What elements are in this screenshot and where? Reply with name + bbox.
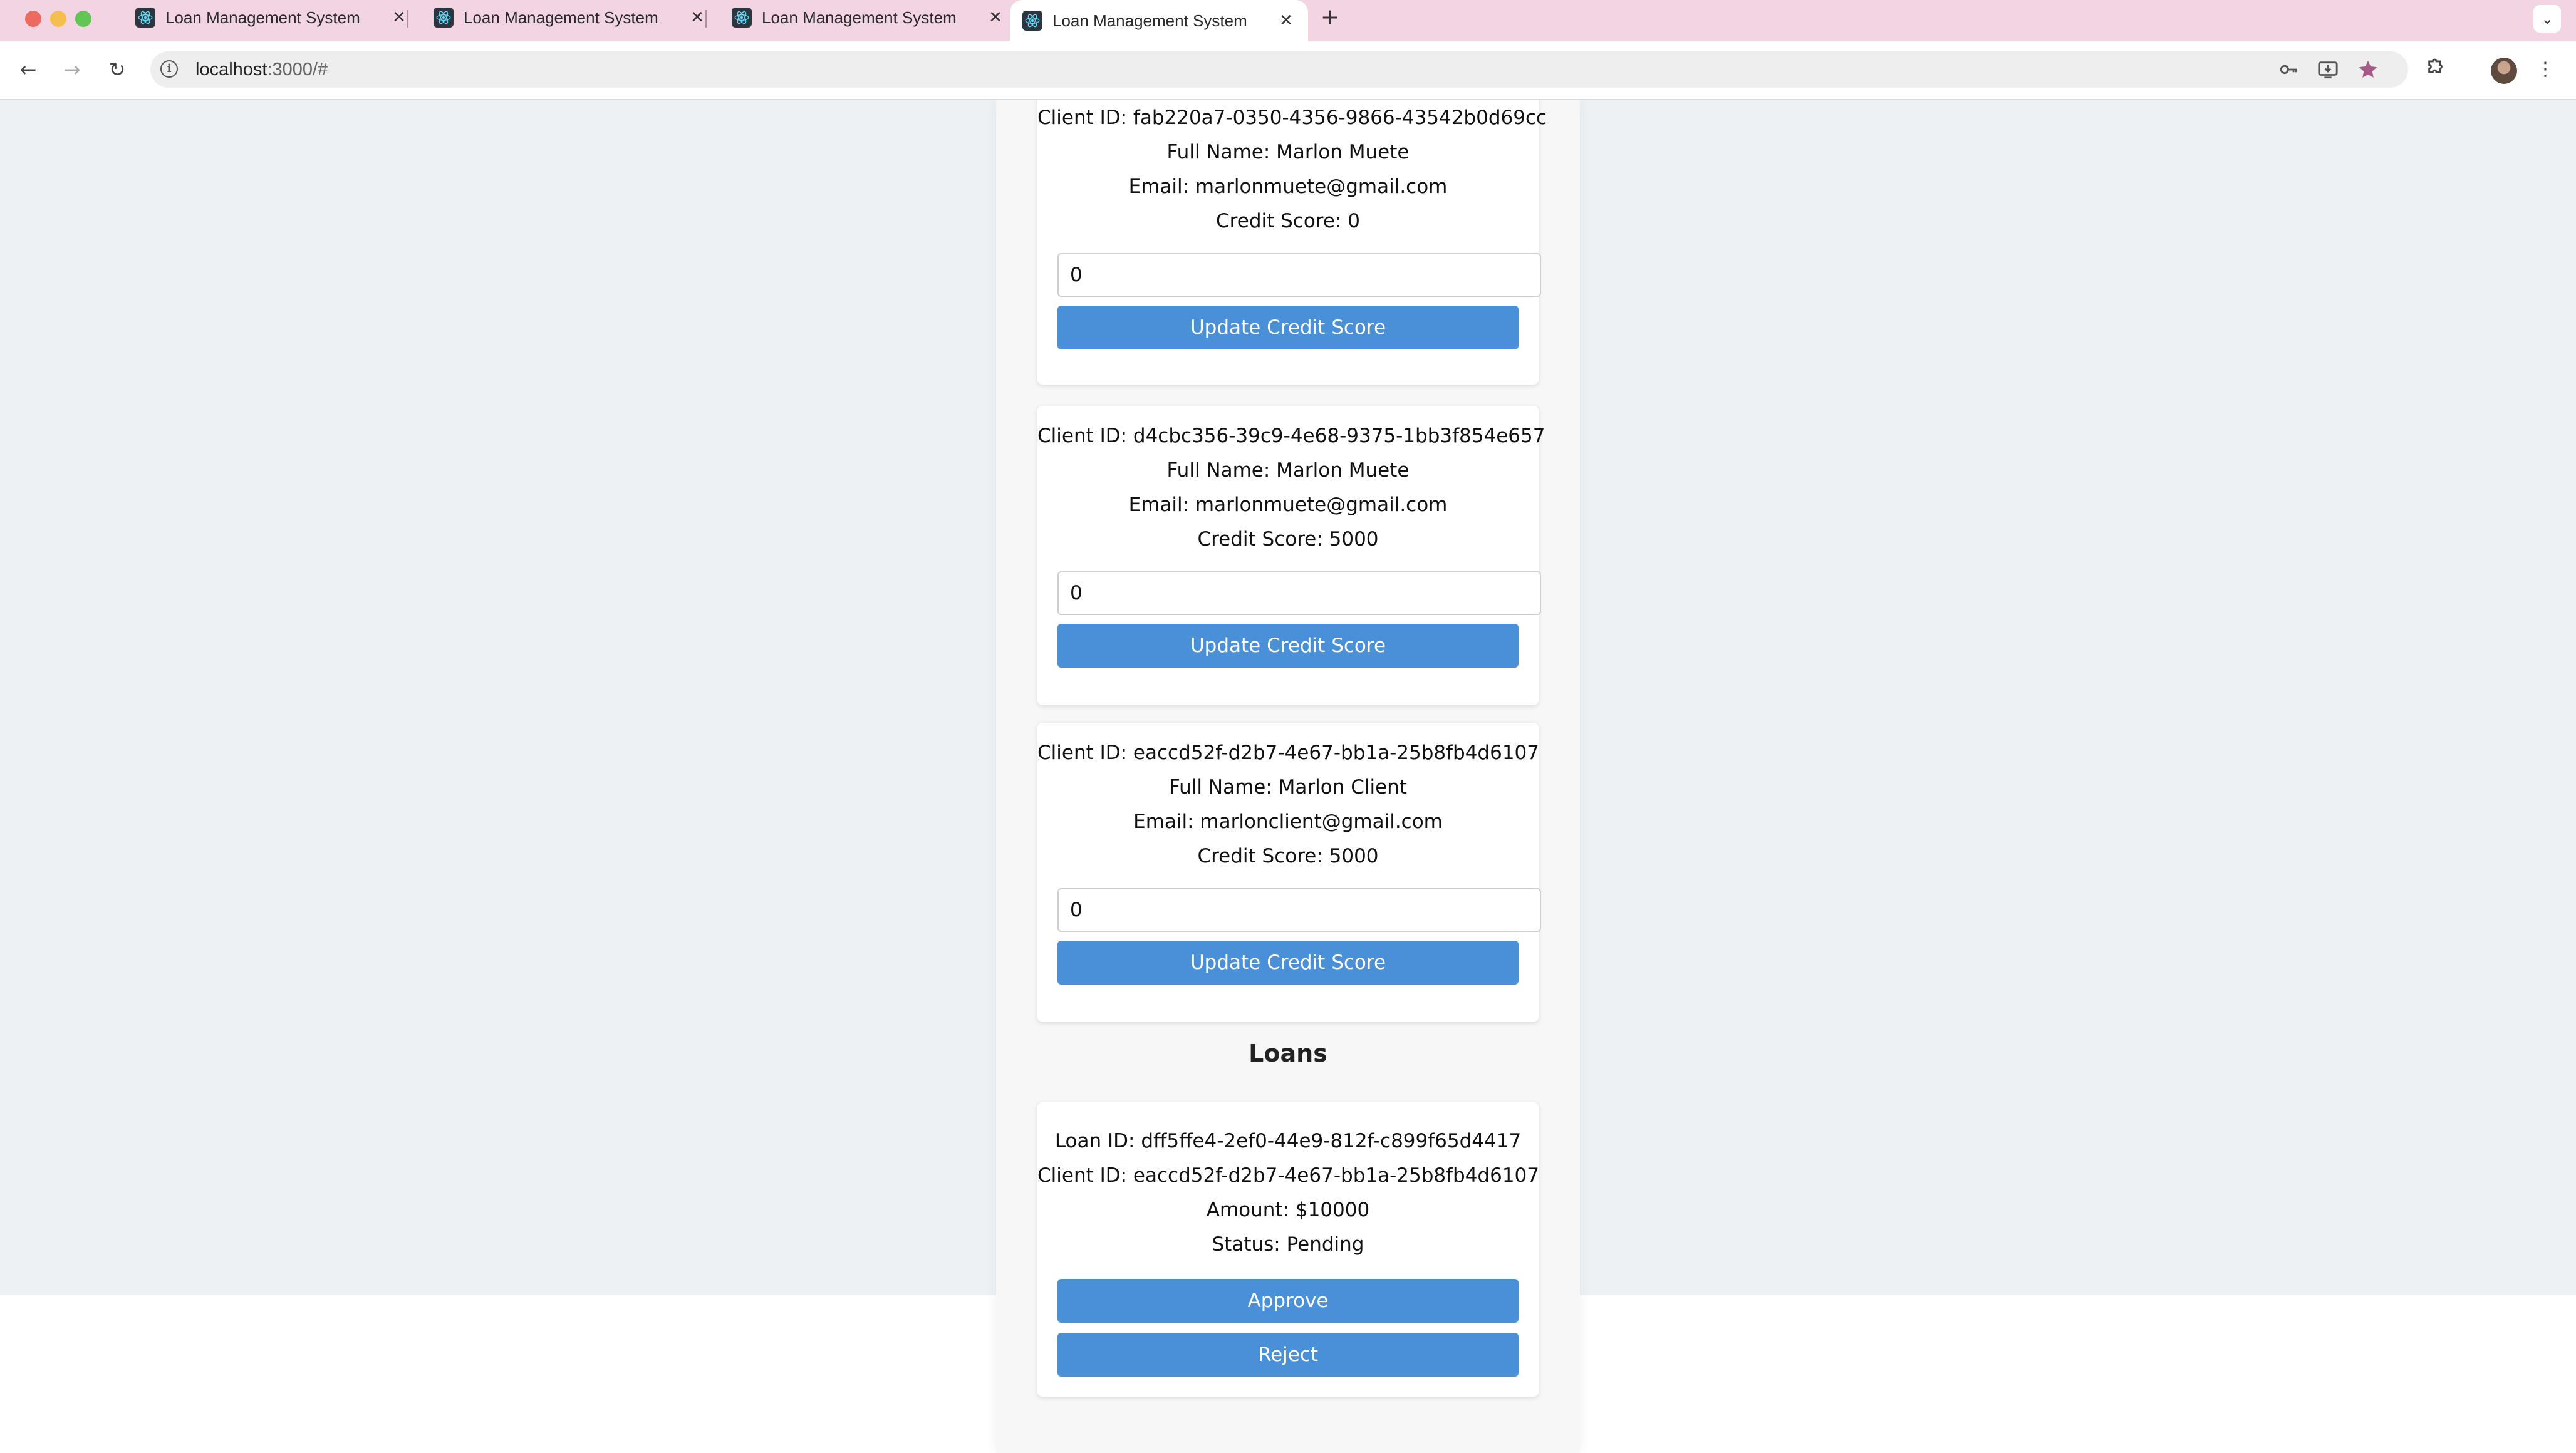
client-full-name: Full Name: Marlon Muete <box>1166 459 1410 482</box>
bookmark-star-icon[interactable] <box>2357 59 2379 81</box>
tab-separator <box>705 10 707 28</box>
browser-tab-2[interactable]: Loan Management System ✕ <box>421 0 719 35</box>
tab-separator <box>407 10 408 28</box>
page-viewport: Client ID: fab220a7-0350-4356-9866-43542… <box>0 100 2576 1453</box>
credit-score-input[interactable]: 0 <box>1057 571 1541 615</box>
client-full-name: Full Name: Marlon Client <box>1169 776 1407 799</box>
browser-toolbar: ← → ↻ i localhost:3000/# ⋮ <box>0 41 2576 100</box>
tab-strip: Loan Management System ✕ Loan Management… <box>0 0 2576 41</box>
tab-close-icon[interactable]: ✕ <box>688 8 707 27</box>
browser-tab-3[interactable]: Loan Management System ✕ <box>719 0 1017 35</box>
credit-score-input[interactable]: 0 <box>1057 253 1541 297</box>
tab-title: Loan Management System <box>1052 11 1247 30</box>
url-path: :3000/# <box>267 59 328 80</box>
url-host: localhost <box>195 59 267 80</box>
tab-title: Loan Management System <box>762 8 957 27</box>
client-id: Client ID: d4cbc356-39c9-4e68-9375-1bb3f… <box>1037 425 1545 447</box>
react-icon <box>732 8 752 28</box>
loan-client-id: Client ID: eaccd52f-d2b7-4e67-bb1a-25b8f… <box>1037 1164 1540 1187</box>
client-email: Email: marlonmuete@gmail.com <box>1128 494 1448 516</box>
client-credit-score: Credit Score: 5000 <box>1197 528 1379 551</box>
loan-card: Loan ID: dff5ffe4-2ef0-44e9-812f-c899f65… <box>1037 1102 1539 1397</box>
update-credit-score-button[interactable]: Update Credit Score <box>1057 941 1519 985</box>
extensions-puzzle-icon[interactable] <box>2422 55 2451 84</box>
tab-search-chevron-icon[interactable]: ⌄ <box>2533 5 2561 33</box>
react-icon <box>1022 11 1042 31</box>
install-app-icon[interactable] <box>2317 59 2339 81</box>
forward-arrow-icon[interactable]: → <box>56 54 88 85</box>
client-email: Email: marlonclient@gmail.com <box>1133 810 1443 833</box>
react-icon <box>135 8 155 28</box>
browser-tab-1[interactable]: Loan Management System ✕ <box>123 0 421 35</box>
profile-avatar[interactable] <box>2491 58 2517 84</box>
client-full-name: Full Name: Marlon Muete <box>1166 141 1410 163</box>
client-card: Client ID: eaccd52f-d2b7-4e67-bb1a-25b8f… <box>1037 723 1541 1022</box>
tab-title: Loan Management System <box>165 8 360 27</box>
client-id: Client ID: fab220a7-0350-4356-9866-43542… <box>1037 106 1547 129</box>
back-arrow-icon[interactable]: ← <box>13 54 44 85</box>
close-window-button[interactable] <box>25 11 41 27</box>
client-credit-score: Credit Score: 0 <box>1216 210 1360 232</box>
client-email: Email: marlonmuete@gmail.com <box>1128 175 1448 198</box>
minimize-window-button[interactable] <box>50 11 66 27</box>
credit-score-input[interactable]: 0 <box>1057 888 1541 932</box>
loan-amount: Amount: $10000 <box>1206 1199 1370 1221</box>
loan-id: Loan ID: dff5ffe4-2ef0-44e9-812f-c899f65… <box>1054 1130 1522 1152</box>
client-credit-score: Credit Score: 5000 <box>1197 845 1379 867</box>
loan-status: Status: Pending <box>1212 1233 1364 1256</box>
tab-close-icon[interactable]: ✕ <box>390 8 408 27</box>
tab-close-icon[interactable]: ✕ <box>1277 11 1296 30</box>
react-icon <box>434 8 454 28</box>
app-container: Client ID: fab220a7-0350-4356-9866-43542… <box>996 100 1580 1453</box>
password-key-icon[interactable] <box>2278 59 2300 81</box>
tab-title: Loan Management System <box>464 8 658 27</box>
client-card: Client ID: fab220a7-0350-4356-9866-43542… <box>1037 100 1547 385</box>
reload-icon[interactable]: ↻ <box>101 54 133 85</box>
tab-close-icon[interactable]: ✕ <box>986 8 1005 27</box>
client-card: Client ID: d4cbc356-39c9-4e68-9375-1bb3f… <box>1037 406 1545 705</box>
client-id: Client ID: eaccd52f-d2b7-4e67-bb1a-25b8f… <box>1037 742 1540 764</box>
address-bar[interactable]: i localhost:3000/# <box>150 51 2408 88</box>
site-info-icon[interactable]: i <box>160 60 178 78</box>
loans-heading: Loans <box>1249 1040 1327 1067</box>
update-credit-score-button[interactable]: Update Credit Score <box>1057 624 1519 668</box>
maximize-window-button[interactable] <box>75 11 91 27</box>
browser-tab-4-active[interactable]: Loan Management System ✕ <box>1010 0 1308 41</box>
new-tab-button[interactable]: + <box>1314 4 1346 31</box>
update-credit-score-button[interactable]: Update Credit Score <box>1057 306 1519 349</box>
approve-loan-button[interactable]: Approve <box>1057 1279 1519 1323</box>
browser-menu-icon[interactable]: ⋮ <box>2531 55 2560 84</box>
url-text: localhost:3000/# <box>195 51 328 88</box>
reject-loan-button[interactable]: Reject <box>1057 1333 1519 1377</box>
